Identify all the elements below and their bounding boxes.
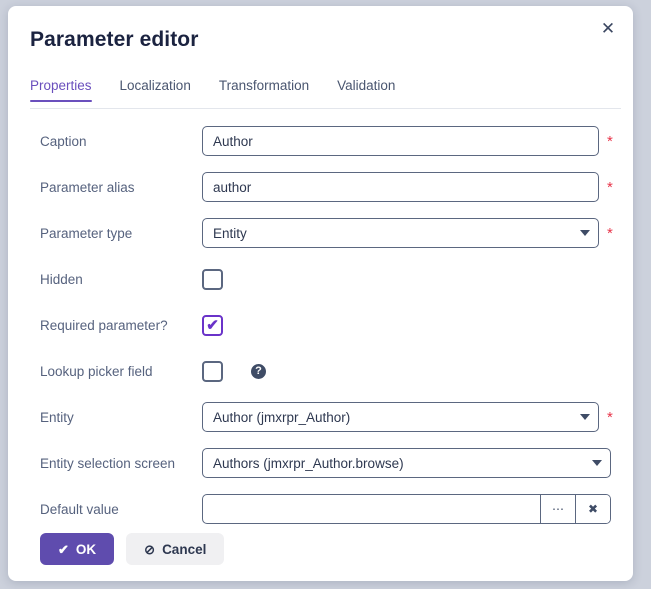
field-row-lookup-picker-field: Lookup picker field ? <box>8 348 633 394</box>
field-row-caption: Caption Author * <box>8 118 633 164</box>
default-value-picker-group: ⋯ ✖ <box>202 494 611 524</box>
properties-form: Caption Author * Parameter alias author … <box>8 118 633 532</box>
page-title: Parameter editor <box>30 28 199 51</box>
checkmark-icon: ✔ <box>206 316 219 334</box>
ok-button[interactable]: ✔ OK <box>40 533 115 565</box>
entity-selection-screen-select[interactable]: Authors (jmxrpr_Author.browse) <box>202 448 611 478</box>
default-value-input[interactable] <box>203 495 540 523</box>
cancel-button-label: Cancel <box>162 541 207 557</box>
field-row-default-value: Default value ⋯ ✖ <box>8 486 633 532</box>
tab-properties[interactable]: Properties <box>30 78 106 102</box>
cancel-button[interactable]: ⊘ Cancel <box>126 533 225 565</box>
field-row-hidden: Hidden <box>8 256 633 302</box>
tab-validation[interactable]: Validation <box>323 78 409 101</box>
parameter-alias-label: Parameter alias <box>40 179 135 195</box>
entity-label: Entity <box>40 409 74 425</box>
field-row-parameter-type: Parameter type Entity * <box>8 210 633 256</box>
default-value-clear-button[interactable]: ✖ <box>575 495 610 523</box>
field-row-entity: Entity Author (jmxrpr_Author) * <box>8 394 633 440</box>
entity-required-marker: * <box>607 408 613 426</box>
chevron-down-icon <box>592 460 602 466</box>
required-parameter-label: Required parameter? <box>40 317 168 333</box>
parameter-alias-required-marker: * <box>607 178 613 196</box>
hidden-label: Hidden <box>40 271 83 287</box>
default-value-label: Default value <box>40 501 119 517</box>
chevron-down-icon <box>580 230 590 236</box>
chevron-down-icon <box>580 414 590 420</box>
default-value-pick-button[interactable]: ⋯ <box>540 495 575 523</box>
ok-button-label: OK <box>75 541 97 557</box>
field-row-required-parameter: Required parameter? ✔ <box>8 302 633 348</box>
parameter-type-required-marker: * <box>607 224 613 242</box>
parameter-editor-dialog: ✕ Parameter editor Properties Localizati… <box>8 6 633 581</box>
field-row-entity-selection-screen: Entity selection screen Authors (jmxrpr_… <box>8 440 633 486</box>
parameter-type-label: Parameter type <box>40 225 133 241</box>
dialog-footer: ✔ OK ⊘ Cancel <box>8 533 633 565</box>
hidden-checkbox[interactable] <box>202 268 223 290</box>
tab-transformation[interactable]: Transformation <box>205 78 323 101</box>
lookup-picker-field-checkbox[interactable] <box>202 360 223 382</box>
close-icon[interactable]: ✕ <box>596 16 620 40</box>
entity-selection-screen-value: Authors (jmxrpr_Author.browse) <box>213 455 404 471</box>
help-icon[interactable]: ? <box>251 363 266 379</box>
no-entry-icon: ⊘ <box>144 541 156 557</box>
tab-localization[interactable]: Localization <box>106 78 205 101</box>
caption-label: Caption <box>40 133 87 149</box>
field-row-parameter-alias: Parameter alias author * <box>8 164 633 210</box>
caption-required-marker: * <box>607 132 613 150</box>
entity-selection-screen-label: Entity selection screen <box>40 455 176 471</box>
tab-bar: Properties Localization Transformation V… <box>30 78 621 109</box>
parameter-type-value: Entity <box>213 225 247 241</box>
entity-value: Author (jmxrpr_Author) <box>213 409 351 425</box>
caption-input[interactable]: Author <box>202 126 599 156</box>
parameter-type-select[interactable]: Entity <box>202 218 599 248</box>
entity-select[interactable]: Author (jmxrpr_Author) <box>202 402 599 432</box>
checkmark-icon: ✔ <box>58 541 69 557</box>
parameter-alias-input[interactable]: author <box>202 172 599 202</box>
required-parameter-checkbox[interactable]: ✔ <box>202 314 223 336</box>
lookup-picker-field-label: Lookup picker field <box>40 363 153 379</box>
